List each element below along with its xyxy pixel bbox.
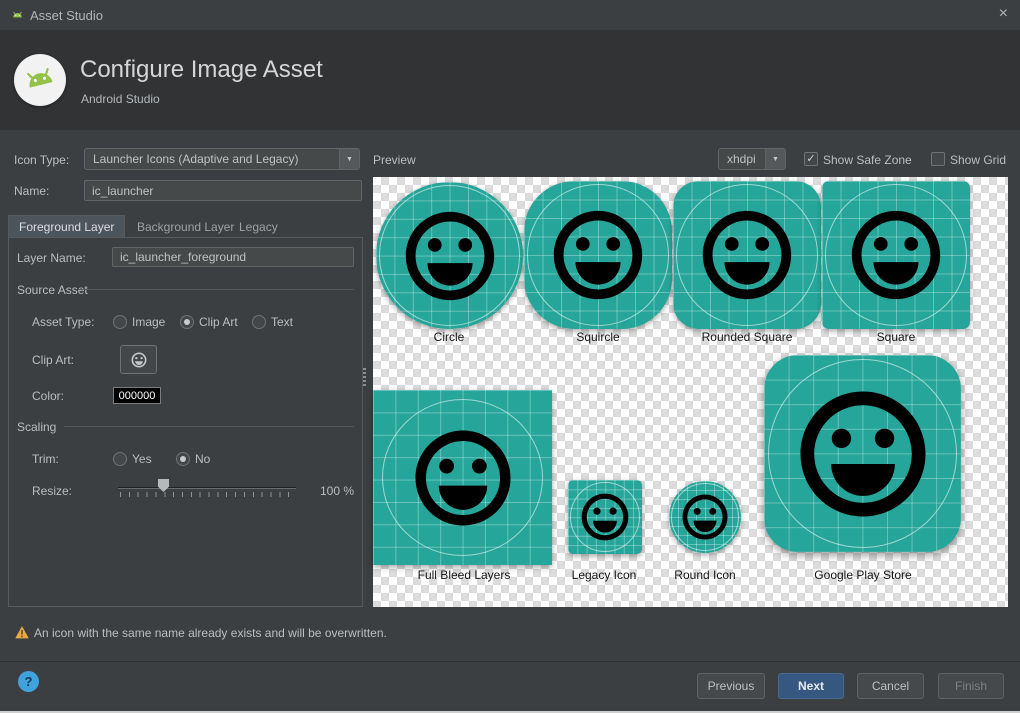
preview-item-label: Squircle bbox=[576, 330, 619, 344]
safe-zone-keyline bbox=[768, 359, 957, 548]
safe-zone-keyline bbox=[671, 483, 739, 551]
trim-label: Trim: bbox=[32, 452, 59, 466]
color-swatch[interactable]: 000000 bbox=[113, 387, 161, 404]
icon-type-label: Icon Type: bbox=[14, 153, 69, 167]
safe-zone-keyline bbox=[570, 482, 640, 552]
dialog-header: Configure Image Asset Android Studio bbox=[0, 30, 1020, 130]
radio-text[interactable] bbox=[252, 315, 266, 329]
clip-art-label: Clip Art: bbox=[32, 353, 74, 367]
preview-shape-rounded-square bbox=[673, 181, 821, 329]
density-dropdown[interactable]: xhdpi ▼ bbox=[718, 148, 786, 170]
radio-trim-yes[interactable] bbox=[113, 452, 127, 466]
slider-thumb[interactable] bbox=[158, 479, 169, 492]
page-title: Configure Image Asset bbox=[80, 56, 323, 84]
name-label: Name: bbox=[14, 184, 49, 198]
splitter-grip[interactable] bbox=[363, 368, 366, 386]
preview-shape-full-bleed bbox=[373, 390, 552, 565]
show-grid-checkbox[interactable] bbox=[931, 152, 945, 166]
layer-name-input[interactable]: ic_launcher_foreground bbox=[112, 247, 354, 267]
resize-label: Resize: bbox=[32, 484, 72, 498]
tab-label: Legacy bbox=[239, 220, 278, 234]
preview-shape-circle bbox=[376, 182, 523, 329]
safe-zone-keyline bbox=[527, 184, 669, 326]
radio-image[interactable] bbox=[113, 315, 127, 329]
android-icon bbox=[10, 8, 25, 23]
preview-shape-square bbox=[822, 181, 970, 329]
scaling-heading: Scaling bbox=[17, 420, 56, 434]
name-input[interactable]: ic_launcher bbox=[84, 180, 362, 201]
group-divider bbox=[78, 289, 354, 290]
chevron-down-icon[interactable]: ▼ bbox=[339, 149, 359, 169]
preview-shape-legacy bbox=[568, 480, 642, 554]
preview-shape-play-store bbox=[764, 355, 961, 552]
show-safe-zone-label[interactable]: Show Safe Zone bbox=[823, 153, 912, 167]
titlebar: Asset Studio × bbox=[0, 0, 1020, 30]
safe-zone-keyline bbox=[379, 185, 520, 326]
source-asset-heading: Source Asset bbox=[17, 283, 88, 297]
tab-legacy[interactable]: Legacy bbox=[229, 215, 288, 238]
show-grid-label[interactable]: Show Grid bbox=[950, 153, 1006, 167]
page-subtitle: Android Studio bbox=[81, 92, 160, 106]
radio-image-label[interactable]: Image bbox=[132, 315, 165, 329]
color-label: Color: bbox=[32, 389, 64, 403]
preview-item-label: Full Bleed Layers bbox=[418, 568, 511, 582]
clip-art-picker-button[interactable] bbox=[120, 345, 157, 374]
radio-trim-yes-label[interactable]: Yes bbox=[132, 452, 152, 466]
slider-track bbox=[118, 487, 296, 489]
radio-clip-art-label[interactable]: Clip Art bbox=[199, 315, 238, 329]
radio-trim-no[interactable] bbox=[176, 452, 190, 466]
help-icon[interactable]: ? bbox=[18, 671, 39, 692]
android-studio-logo bbox=[14, 54, 66, 106]
slider-ticks bbox=[120, 492, 296, 497]
cancel-button[interactable]: Cancel bbox=[857, 673, 924, 699]
warning-icon bbox=[14, 625, 30, 640]
layer-name-label: Layer Name: bbox=[17, 251, 86, 265]
density-value: xhdpi bbox=[727, 149, 756, 169]
group-divider bbox=[64, 426, 354, 427]
preview-item-label: Round Icon bbox=[674, 568, 735, 582]
resize-value: 100 % bbox=[320, 484, 354, 498]
safe-zone-keyline bbox=[382, 399, 543, 556]
preview-canvas: Circle Squircle Rounded Square Square Fu… bbox=[373, 177, 1008, 607]
preview-item-label: Google Play Store bbox=[814, 568, 911, 582]
icon-type-dropdown[interactable]: Launcher Icons (Adaptive and Legacy) ▼ bbox=[84, 148, 360, 170]
previous-button[interactable]: Previous bbox=[697, 673, 765, 699]
tab-label: Foreground Layer bbox=[19, 220, 114, 234]
warning-text: An icon with the same name already exist… bbox=[34, 626, 387, 640]
preview-heading: Preview bbox=[373, 153, 416, 167]
asset-studio-window: Asset Studio × Configure Image Asset And… bbox=[0, 0, 1020, 713]
tab-background-layer[interactable]: Background Layer bbox=[127, 215, 244, 238]
android-head-icon bbox=[20, 60, 60, 100]
smiley-icon bbox=[130, 351, 148, 369]
preview-item-label: Rounded Square bbox=[702, 330, 793, 344]
preview-shape-squircle bbox=[524, 181, 672, 329]
resize-slider[interactable] bbox=[118, 478, 296, 498]
finish-button[interactable]: Finish bbox=[938, 673, 1004, 699]
chevron-down-icon[interactable]: ▼ bbox=[765, 149, 785, 169]
radio-trim-no-label[interactable]: No bbox=[195, 452, 210, 466]
radio-clip-art[interactable] bbox=[180, 315, 194, 329]
window-title: Asset Studio bbox=[30, 8, 103, 23]
preview-item-label: Square bbox=[877, 330, 916, 344]
asset-type-label: Asset Type: bbox=[32, 315, 94, 329]
footer-divider bbox=[0, 661, 1020, 662]
next-button[interactable]: Next bbox=[778, 673, 844, 699]
tab-label: Background Layer bbox=[137, 220, 234, 234]
safe-zone-keyline bbox=[825, 184, 967, 326]
tab-foreground-layer[interactable]: Foreground Layer bbox=[8, 215, 125, 238]
radio-text-label[interactable]: Text bbox=[271, 315, 293, 329]
preview-shape-round bbox=[669, 481, 741, 553]
icon-type-value: Launcher Icons (Adaptive and Legacy) bbox=[93, 149, 298, 169]
safe-zone-keyline bbox=[676, 184, 818, 326]
preview-item-label: Legacy Icon bbox=[572, 568, 637, 582]
preview-item-label: Circle bbox=[434, 330, 465, 344]
close-icon[interactable]: × bbox=[999, 5, 1008, 23]
show-safe-zone-checkbox[interactable]: ✓ bbox=[804, 152, 818, 166]
